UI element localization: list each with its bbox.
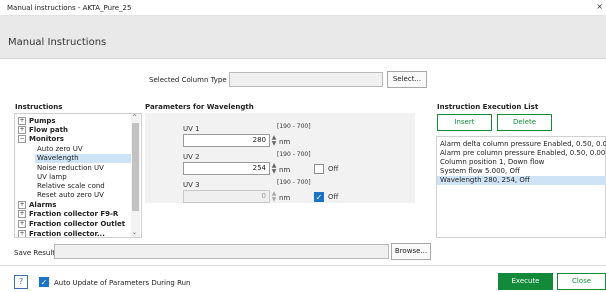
uv3-input[interactable]: 0 — [183, 190, 270, 203]
save-result-field[interactable] — [54, 244, 389, 259]
tree-item-uv-lamp[interactable]: UV lamp — [37, 173, 67, 182]
auto-update-checkbox[interactable]: ✓ — [39, 277, 49, 287]
execution-list-title: Instruction Execution List — [437, 103, 539, 111]
instructions-tree[interactable]: + Pumps + Flow path − Monitors Auto zero UV… — [14, 113, 142, 238]
close-button[interactable]: Close — [557, 273, 606, 290]
tree-item-flow-path[interactable]: + Flow path — [18, 126, 68, 135]
window-title: Manual instructions - AKTA_Pure_25 — [7, 4, 132, 12]
uv2-unit: nm — [279, 166, 291, 174]
uv2-label: UV 2 — [183, 153, 200, 161]
scroll-up-icon[interactable]: ^ — [132, 115, 137, 121]
tree-item-partial[interactable]: + Fraction collector... — [18, 230, 105, 237]
list-item-selected[interactable]: Wavelength 280, 254, Off — [437, 176, 606, 185]
uv2-input[interactable]: 254 — [183, 162, 270, 175]
uv2-range: [190 - 700] — [277, 151, 311, 158]
dialog-title: Manual Instructions — [8, 37, 107, 48]
uv3-spinner-icon[interactable]: ▲ ▼ — [271, 191, 277, 203]
close-window-icon[interactable]: × — [596, 2, 603, 11]
expand-icon[interactable]: + — [18, 126, 26, 134]
browse-button[interactable]: Browse... — [391, 243, 431, 260]
execute-button[interactable]: Execute — [498, 273, 553, 290]
tree-item-wavelength[interactable]: Wavelength — [35, 154, 133, 163]
uv2-spinner-icon[interactable]: ▲ ▼ — [271, 163, 277, 175]
instructions-title: Instructions — [15, 103, 63, 111]
tree-item-noise-reduction-uv[interactable]: Noise reduction UV — [37, 164, 104, 173]
uv1-range: [190 - 700] — [277, 123, 311, 130]
expand-icon[interactable]: + — [18, 220, 26, 228]
expand-icon[interactable]: + — [18, 201, 26, 209]
scroll-down-icon[interactable]: ⌄ — [132, 230, 137, 236]
uv3-label: UV 3 — [183, 181, 200, 189]
list-item[interactable]: Alarm pre column pressure Enabled, 0.50,… — [440, 149, 605, 158]
tree-item-fraction-collector-outlet[interactable]: + Fraction collector Outlet — [18, 220, 125, 229]
uv1-label: UV 1 — [183, 125, 200, 133]
uv3-off-label: Off — [328, 193, 339, 201]
select-column-button[interactable]: Select... — [387, 71, 427, 88]
list-item[interactable]: Column position 1, Down flow — [440, 158, 544, 167]
uv3-off-checkbox[interactable]: ✓ — [314, 192, 324, 202]
scrollbar-thumb[interactable] — [132, 123, 139, 211]
tree-item-auto-zero-uv[interactable]: Auto zero UV — [37, 145, 83, 154]
uv1-input[interactable]: 280 — [183, 134, 270, 147]
tree-item-relative-scale-cond[interactable]: Relative scale cond — [37, 182, 105, 191]
window-titlebar: Manual instructions - AKTA_Pure_25 × — [0, 0, 606, 16]
auto-update-label: Auto Update of Parameters During Run — [54, 279, 191, 287]
tree-item-pumps[interactable]: + Pumps — [18, 117, 56, 126]
expand-icon[interactable]: + — [18, 230, 26, 237]
uv3-range: [190 - 700] — [277, 179, 311, 186]
tree-item-alarms[interactable]: + Alarms — [18, 201, 56, 210]
tree-item-fraction-collector-f9r[interactable]: + Fraction collector F9-R — [18, 210, 118, 219]
column-type-field[interactable] — [229, 72, 383, 87]
uv2-off-label: Off — [328, 165, 339, 173]
parameters-title: Parameters for Wavelength — [145, 103, 254, 111]
list-item[interactable]: System flow 5.000, Off — [440, 167, 520, 176]
delete-button[interactable]: Delete — [497, 114, 552, 131]
footer-divider — [0, 265, 606, 266]
uv2-off-checkbox[interactable] — [314, 164, 324, 174]
uv1-unit: nm — [279, 138, 291, 146]
uv1-spinner-icon[interactable]: ▲ ▼ — [271, 135, 277, 147]
collapse-icon[interactable]: − — [18, 135, 26, 143]
tree-item-monitors[interactable]: − Monitors — [18, 135, 64, 144]
expand-icon[interactable]: + — [18, 117, 26, 125]
uv3-unit: nm — [279, 194, 291, 202]
instructions-scrollbar[interactable]: ^ ⌄ — [131, 114, 140, 237]
tree-item-reset-auto-zero-uv[interactable]: Reset auto zero UV — [37, 191, 104, 200]
list-item[interactable]: Alarm delta column pressure Enabled, 0.5… — [440, 140, 606, 149]
column-type-label: Selected Column Type — [149, 76, 227, 84]
help-icon[interactable]: ? — [14, 275, 28, 289]
insert-button[interactable]: Insert — [437, 114, 492, 131]
expand-icon[interactable]: + — [18, 210, 26, 218]
dialog-header: Manual Instructions — [0, 16, 606, 59]
execution-list[interactable]: Alarm delta column pressure Enabled, 0.5… — [436, 136, 606, 238]
